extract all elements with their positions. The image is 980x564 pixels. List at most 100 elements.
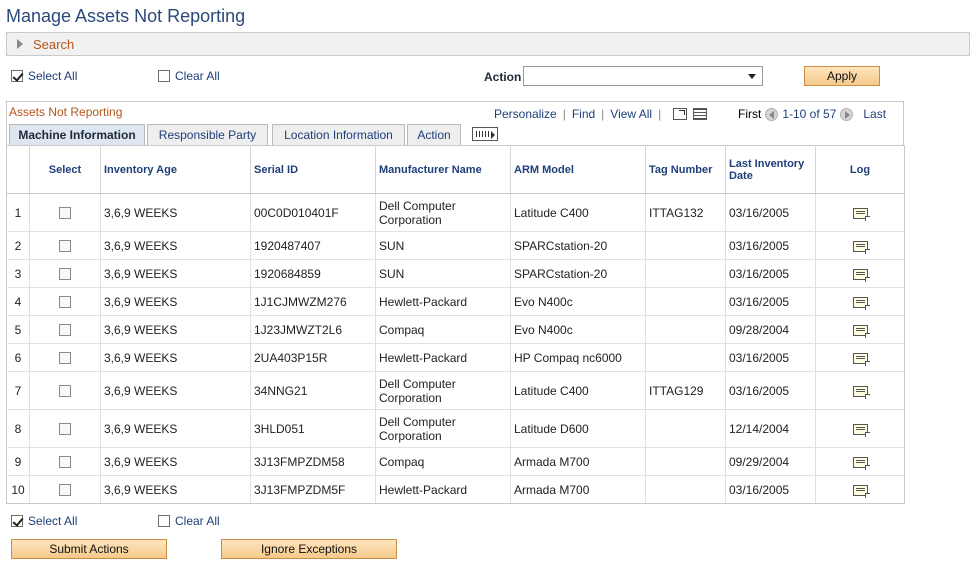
table-row: 10 3,6,9 WEEKS 3J13FMPZDM5F Hewlett-Pack… bbox=[6, 475, 905, 504]
clear-all-top[interactable]: Clear All bbox=[158, 69, 220, 83]
arm-model-cell: Latitude C400 bbox=[510, 193, 646, 232]
row-select-checkbox[interactable] bbox=[59, 352, 71, 365]
row-number: 3 bbox=[6, 259, 30, 288]
manufacturer-cell: Dell Computer Corporation bbox=[375, 409, 511, 448]
row-number: 10 bbox=[6, 475, 30, 504]
select-all-checkbox-top[interactable] bbox=[11, 70, 23, 82]
personalize-link[interactable]: Personalize bbox=[494, 107, 557, 121]
select-all-top[interactable]: Select All bbox=[11, 69, 77, 83]
action-select[interactable] bbox=[523, 66, 763, 86]
column-header-serial-id[interactable]: Serial ID bbox=[250, 145, 376, 194]
grid-tabs: Machine Information Responsible Party Lo… bbox=[6, 123, 904, 145]
ignore-exceptions-button[interactable]: Ignore Exceptions bbox=[221, 539, 397, 559]
last-inventory-date-cell: 03/16/2005 bbox=[725, 193, 816, 232]
row-select-checkbox[interactable] bbox=[59, 324, 71, 337]
tag-number-cell bbox=[645, 231, 726, 260]
log-icon[interactable] bbox=[852, 484, 870, 498]
show-all-columns-icon[interactable] bbox=[472, 127, 498, 141]
log-icon[interactable] bbox=[852, 385, 870, 399]
separator: | bbox=[658, 107, 662, 121]
log-icon[interactable] bbox=[852, 324, 870, 338]
column-header-select: Select bbox=[29, 145, 101, 194]
clear-all-checkbox-top[interactable] bbox=[158, 70, 170, 82]
inventory-age-cell: 3,6,9 WEEKS bbox=[100, 259, 251, 288]
download-grid-icon[interactable] bbox=[693, 108, 708, 120]
dropdown-arrow-icon bbox=[748, 74, 756, 79]
tag-number-cell bbox=[645, 343, 726, 372]
last-link[interactable]: Last bbox=[863, 107, 886, 121]
grid-title: Assets Not Reporting bbox=[9, 105, 123, 119]
tab-location-information[interactable]: Location Information bbox=[272, 124, 405, 145]
view-all-link[interactable]: View All bbox=[610, 107, 652, 121]
find-link[interactable]: Find bbox=[572, 107, 595, 121]
row-select-checkbox[interactable] bbox=[59, 385, 71, 398]
table-header-row: Select Inventory Age Serial ID Manufactu… bbox=[6, 145, 905, 194]
column-header-manufacturer[interactable]: Manufacturer Name bbox=[375, 145, 511, 194]
last-inventory-date-cell: 03/16/2005 bbox=[725, 475, 816, 504]
manufacturer-cell: Hewlett-Packard bbox=[375, 475, 511, 504]
select-all-label-bottom[interactable]: Select All bbox=[28, 514, 77, 528]
log-cell bbox=[815, 447, 905, 476]
manufacturer-cell: Hewlett-Packard bbox=[375, 287, 511, 316]
apply-button[interactable]: Apply bbox=[804, 66, 880, 86]
previous-page-icon[interactable] bbox=[765, 107, 779, 121]
arm-model-cell: Latitude D600 bbox=[510, 409, 646, 448]
row-select-checkbox[interactable] bbox=[59, 423, 71, 436]
tab-action[interactable]: Action bbox=[407, 124, 461, 145]
tag-number-cell bbox=[645, 259, 726, 288]
log-icon[interactable] bbox=[852, 268, 870, 282]
clear-all-bottom[interactable]: Clear All bbox=[158, 514, 220, 528]
tab-machine-information[interactable]: Machine Information bbox=[9, 124, 145, 145]
log-icon[interactable] bbox=[852, 207, 870, 221]
grid-pagination: First 1-10 of 57 Last bbox=[738, 107, 886, 121]
search-label: Search bbox=[33, 37, 75, 52]
log-icon[interactable] bbox=[852, 456, 870, 470]
column-header-last-inventory-date[interactable]: Last Inventory Date bbox=[725, 145, 816, 194]
table-row: 5 3,6,9 WEEKS 1J23JMWZT2L6 Compaq Evo N4… bbox=[6, 315, 905, 344]
page-title: Manage Assets Not Reporting bbox=[6, 6, 246, 26]
clear-all-checkbox-bottom[interactable] bbox=[158, 515, 170, 527]
log-cell bbox=[815, 315, 905, 344]
row-select-checkbox[interactable] bbox=[59, 207, 71, 220]
serial-id-cell: 1J23JMWZT2L6 bbox=[250, 315, 376, 344]
log-icon[interactable] bbox=[852, 296, 870, 310]
row-number: 7 bbox=[6, 371, 30, 410]
row-select-checkbox[interactable] bbox=[59, 456, 71, 469]
column-header-arm-model[interactable]: ARM Model bbox=[510, 145, 646, 194]
log-icon[interactable] bbox=[852, 352, 870, 366]
table-row: 7 3,6,9 WEEKS 34NNG21 Dell Computer Corp… bbox=[6, 371, 905, 410]
clear-all-label-top[interactable]: Clear All bbox=[175, 69, 220, 83]
expand-arrow-icon bbox=[17, 39, 23, 49]
row-select-checkbox[interactable] bbox=[59, 296, 71, 309]
column-header-tag-number[interactable]: Tag Number bbox=[645, 145, 726, 194]
log-cell bbox=[815, 409, 905, 448]
inventory-age-cell: 3,6,9 WEEKS bbox=[100, 371, 251, 410]
tab-responsible-party[interactable]: Responsible Party bbox=[147, 124, 268, 145]
row-select-checkbox[interactable] bbox=[59, 484, 71, 497]
column-header-inventory-age[interactable]: Inventory Age bbox=[100, 145, 251, 194]
row-select-checkbox[interactable] bbox=[59, 268, 71, 281]
log-icon[interactable] bbox=[852, 423, 870, 437]
first-label[interactable]: First bbox=[738, 107, 761, 121]
log-cell bbox=[815, 371, 905, 410]
search-section-toggle[interactable]: Search bbox=[6, 32, 970, 56]
zoom-icon[interactable] bbox=[673, 108, 688, 120]
clear-all-label-bottom[interactable]: Clear All bbox=[175, 514, 220, 528]
tag-number-cell bbox=[645, 447, 726, 476]
tag-number-cell bbox=[645, 287, 726, 316]
select-all-label-top[interactable]: Select All bbox=[28, 69, 77, 83]
arm-model-cell: Evo N400c bbox=[510, 287, 646, 316]
serial-id-cell: 1J1CJMWZM276 bbox=[250, 287, 376, 316]
submit-actions-button[interactable]: Submit Actions bbox=[11, 539, 167, 559]
manufacturer-cell: Dell Computer Corporation bbox=[375, 371, 511, 410]
select-all-checkbox-bottom[interactable] bbox=[11, 515, 23, 527]
log-cell bbox=[815, 475, 905, 504]
inventory-age-cell: 3,6,9 WEEKS bbox=[100, 447, 251, 476]
action-label: Action bbox=[484, 70, 522, 84]
row-select-cell bbox=[29, 409, 101, 448]
row-select-checkbox[interactable] bbox=[59, 240, 71, 253]
row-select-cell bbox=[29, 343, 101, 372]
next-page-icon[interactable] bbox=[840, 107, 854, 121]
select-all-bottom[interactable]: Select All bbox=[11, 514, 77, 528]
log-icon[interactable] bbox=[852, 240, 870, 254]
